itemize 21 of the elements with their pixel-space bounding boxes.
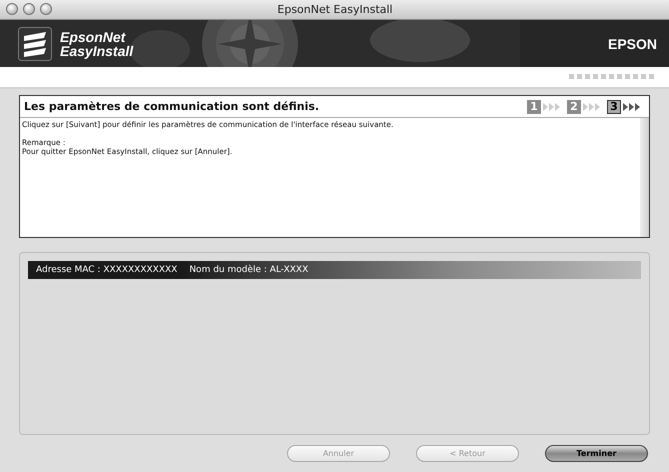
- step-indicator: 3: [607, 100, 621, 114]
- window-control-button[interactable]: [23, 3, 35, 16]
- window-control-button[interactable]: [6, 3, 18, 16]
- model-name: Nom du modèle : AL-XXXX: [189, 265, 308, 275]
- window-control-button[interactable]: [40, 3, 52, 16]
- mac-address: Adresse MAC : XXXXXXXXXXXX: [36, 265, 178, 275]
- message-heading: Les paramètres de communication sont définis.: [24, 100, 320, 113]
- logo-icon: [18, 26, 52, 60]
- chevrons-icon: [543, 102, 561, 110]
- device-row[interactable]: Adresse MAC : XXXXXXXXXXXX Nom du modèle : AL-XXXX: [28, 261, 641, 279]
- step-indicator: 2: [567, 100, 581, 114]
- window-title: EpsonNet EasyInstall: [276, 2, 394, 16]
- scrollbar[interactable]: [640, 118, 649, 237]
- chevrons-icon: [623, 102, 641, 110]
- progress-dots-icon: [569, 74, 657, 80]
- chevrons-icon: [583, 102, 601, 110]
- brand-name: EPSON: [608, 36, 657, 52]
- step-indicator: 1: [527, 100, 541, 114]
- product-name: EpsonNet: [60, 30, 127, 44]
- dialog-button[interactable]: Terminer: [545, 445, 648, 462]
- product-name: EasyInstall: [60, 44, 134, 58]
